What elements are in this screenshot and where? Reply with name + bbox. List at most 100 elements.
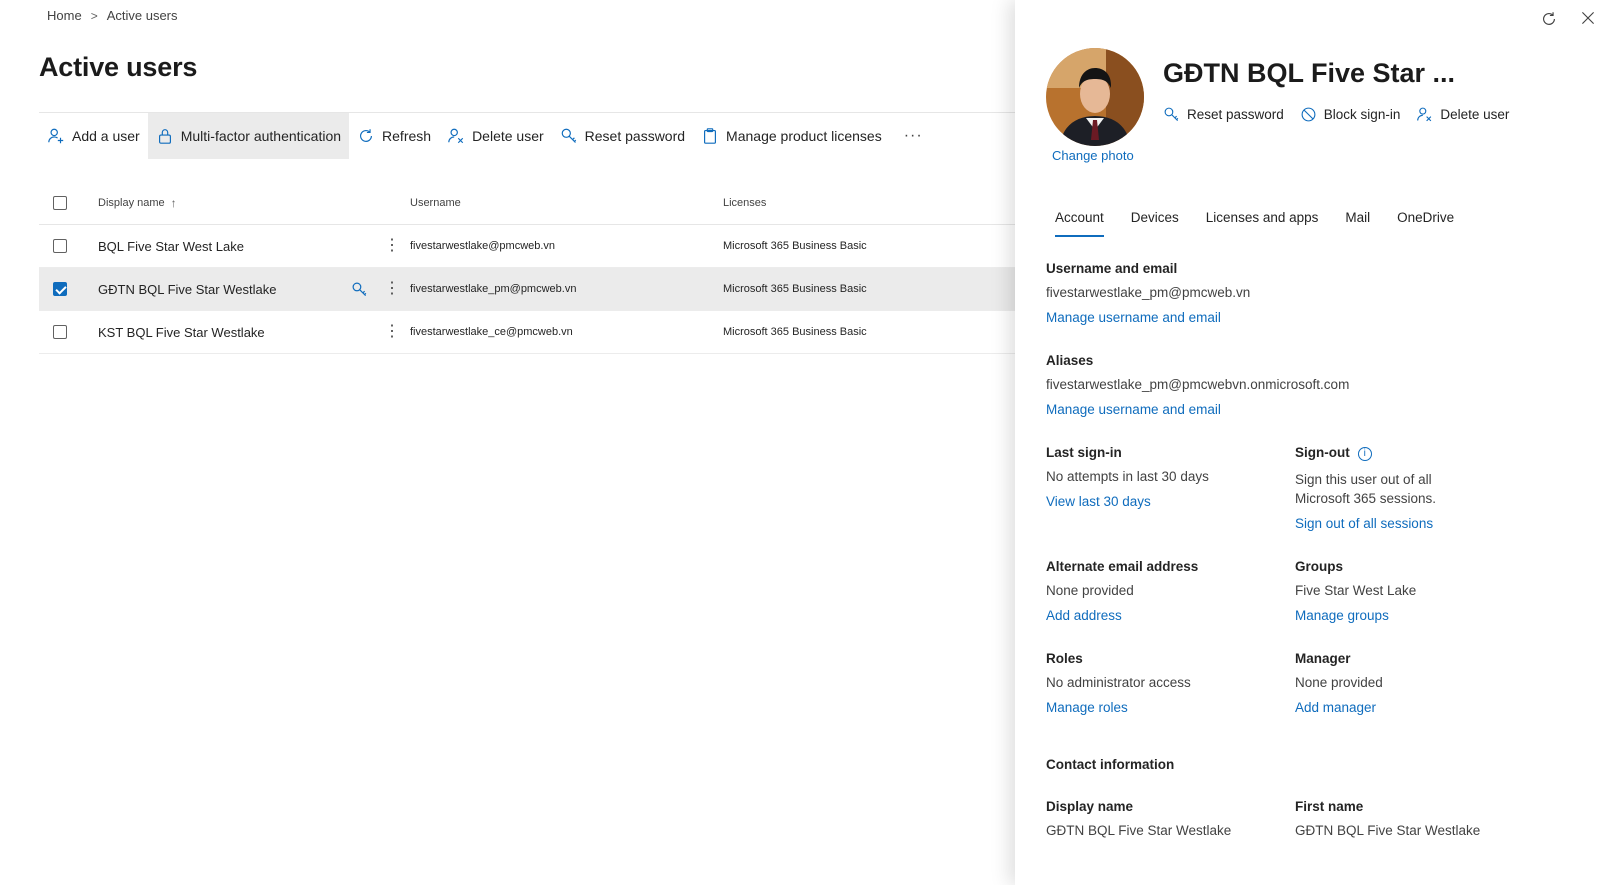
more-options-icon[interactable]: ⋮ xyxy=(384,238,400,254)
alt-email-label: Alternate email address xyxy=(1046,559,1199,574)
panel-tabs: Account Devices Licenses and apps Mail O… xyxy=(1055,210,1454,237)
last-signin-value: No attempts in last 30 days xyxy=(1046,469,1209,484)
tab-onedrive[interactable]: OneDrive xyxy=(1397,210,1454,237)
breadcrumb-current: Active users xyxy=(106,8,178,23)
clipboard-icon xyxy=(704,127,717,144)
reset-password-action[interactable]: Reset password xyxy=(1163,106,1284,123)
more-options-icon[interactable]: ⋮ xyxy=(384,281,400,297)
key-icon xyxy=(561,128,576,143)
manage-groups-link[interactable]: Manage groups xyxy=(1295,608,1389,623)
block-icon xyxy=(1301,107,1316,122)
breadcrumb-home[interactable]: Home xyxy=(47,8,82,23)
user-photo xyxy=(1046,48,1144,146)
table-row[interactable]: KST BQL Five Star Westlake ⋮ fivestarwes… xyxy=(39,311,1042,354)
aliases-value: fivestarwestlake_pm@pmcwebvn.onmicrosoft… xyxy=(1046,377,1350,392)
groups-value: Five Star West Lake xyxy=(1295,583,1417,598)
licenses-header[interactable]: Licenses xyxy=(723,197,1023,209)
manage-aliases-link[interactable]: Manage username and email xyxy=(1046,402,1221,417)
refresh-icon[interactable] xyxy=(1540,10,1558,28)
page-title: Active users xyxy=(39,52,198,82)
breadcrumb-separator: > xyxy=(90,8,98,23)
delete-person-icon xyxy=(448,128,464,143)
refresh-button[interactable]: Refresh xyxy=(349,113,439,159)
more-commands-button[interactable]: ··· xyxy=(890,113,937,159)
last-signin-label: Last sign-in xyxy=(1046,445,1122,460)
lock-icon xyxy=(158,128,171,144)
refresh-icon xyxy=(360,128,373,142)
groups-label: Groups xyxy=(1295,559,1344,574)
view-last-30-days-link[interactable]: View last 30 days xyxy=(1046,494,1151,509)
user-license: Microsoft 365 Business Basic xyxy=(723,240,867,252)
display-name-value: GĐTN BQL Five Star Westlake xyxy=(1046,823,1232,838)
key-icon xyxy=(1164,107,1179,122)
roles-label: Roles xyxy=(1046,651,1083,666)
tab-mail[interactable]: Mail xyxy=(1345,210,1370,237)
first-name-label: First name xyxy=(1295,799,1364,814)
panel-actions: Reset password Block sign-in Delete user xyxy=(1163,106,1509,123)
row-checkbox[interactable] xyxy=(53,282,67,296)
select-all-checkbox[interactable] xyxy=(53,196,67,210)
sort-ascending-icon: ↑ xyxy=(170,196,177,210)
user-details-panel: Change photo GĐTN BQL Five Star ... Rese… xyxy=(1015,0,1606,885)
refresh-label: Refresh xyxy=(382,127,432,144)
add-person-icon xyxy=(48,128,64,143)
add-user-label: Add a user xyxy=(72,127,140,144)
user-license: Microsoft 365 Business Basic xyxy=(723,326,867,338)
more-options-icon[interactable]: ⋮ xyxy=(384,324,400,340)
username-email-value: fivestarwestlake_pm@pmcweb.vn xyxy=(1046,285,1251,300)
user-license: Microsoft 365 Business Basic xyxy=(723,283,867,295)
manager-label: Manager xyxy=(1295,651,1351,666)
user-display-name[interactable]: KST BQL Five Star Westlake xyxy=(98,325,265,340)
add-user-button[interactable]: Add a user xyxy=(39,113,148,159)
row-checkbox[interactable] xyxy=(53,239,67,253)
delete-user-label: Delete user xyxy=(472,127,544,144)
panel-controls xyxy=(1540,10,1596,28)
user-display-name[interactable]: BQL Five Star West Lake xyxy=(98,239,244,254)
add-address-link[interactable]: Add address xyxy=(1046,608,1122,623)
tab-devices[interactable]: Devices xyxy=(1131,210,1179,237)
contact-info-heading: Contact information xyxy=(1046,757,1175,772)
users-table: Display name ↑ Username Licenses BQL Fiv… xyxy=(39,182,1042,354)
signout-value-line1: Sign this user out of all xyxy=(1295,472,1432,487)
active-users-page: Home > Active users Active users Add a u… xyxy=(0,0,1042,885)
manager-value: None provided xyxy=(1295,675,1383,690)
close-icon[interactable] xyxy=(1580,10,1596,26)
block-signin-action[interactable]: Block sign-in xyxy=(1300,106,1401,123)
row-checkbox[interactable] xyxy=(53,325,67,339)
signout-value-line2: Microsoft 365 sessions. xyxy=(1295,491,1437,506)
mfa-label: Multi-factor authentication xyxy=(180,127,342,144)
manage-licenses-button[interactable]: Manage product licenses xyxy=(693,113,890,159)
tab-licenses-and-apps[interactable]: Licenses and apps xyxy=(1206,210,1319,237)
avatar xyxy=(1046,48,1144,146)
delete-user-action[interactable]: Delete user xyxy=(1416,106,1509,123)
delete-user-button[interactable]: Delete user xyxy=(439,113,552,159)
table-header: Display name ↑ Username Licenses xyxy=(39,182,1042,225)
first-name-value: GĐTN BQL Five Star Westlake xyxy=(1295,823,1481,838)
display-name-header[interactable]: Display name ↑ xyxy=(98,196,410,210)
sign-out-all-sessions-link[interactable]: Sign out of all sessions xyxy=(1295,516,1433,531)
block-signin-action-label: Block sign-in xyxy=(1323,107,1401,122)
reset-password-action-label: Reset password xyxy=(1187,107,1284,122)
add-manager-link[interactable]: Add manager xyxy=(1295,700,1376,715)
reset-password-button[interactable]: Reset password xyxy=(552,113,693,159)
mfa-button[interactable]: Multi-factor authentication xyxy=(147,112,350,159)
change-photo-link[interactable]: Change photo xyxy=(1052,148,1134,163)
reset-password-label: Reset password xyxy=(584,127,686,144)
user-username: fivestarwestlake_ce@pmcweb.vn xyxy=(410,326,573,338)
tab-account[interactable]: Account xyxy=(1055,210,1104,237)
signout-label: Sign-out xyxy=(1295,445,1350,460)
display-name-header-label: Display name xyxy=(98,197,165,209)
key-icon[interactable] xyxy=(351,281,368,298)
table-row[interactable]: BQL Five Star West Lake ⋮ fivestarwestla… xyxy=(39,225,1042,268)
user-display-name[interactable]: GĐTN BQL Five Star Westlake xyxy=(98,282,276,297)
manage-username-link[interactable]: Manage username and email xyxy=(1046,310,1221,325)
manage-roles-link[interactable]: Manage roles xyxy=(1046,700,1128,715)
aliases-label: Aliases xyxy=(1046,353,1094,368)
manage-licenses-label: Manage product licenses xyxy=(726,127,882,144)
roles-value: No administrator access xyxy=(1046,675,1191,690)
info-icon[interactable]: i xyxy=(1357,447,1372,461)
username-email-label: Username and email xyxy=(1046,261,1178,276)
table-row[interactable]: GĐTN BQL Five Star Westlake ⋮ fivestarwe… xyxy=(39,268,1042,311)
delete-user-action-label: Delete user xyxy=(1440,107,1510,122)
username-header[interactable]: Username xyxy=(410,197,723,209)
